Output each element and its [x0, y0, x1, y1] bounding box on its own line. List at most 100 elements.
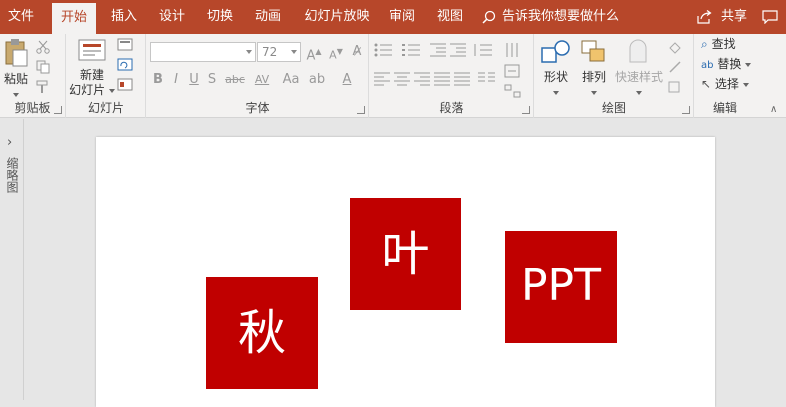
- quick-styles-label: 快速样式: [614, 70, 663, 84]
- replace-label: 替换: [717, 57, 742, 71]
- tab-home[interactable]: 开始: [52, 3, 96, 34]
- font-size-dropdown-icon: [291, 50, 297, 54]
- text-direction-icon[interactable]: [504, 42, 522, 58]
- copy-icon[interactable]: [36, 60, 50, 74]
- new-slide-button[interactable]: 新建 幻灯片: [69, 38, 115, 98]
- font-color-icon[interactable]: A: [337, 72, 357, 88]
- tab-transitions[interactable]: 切换: [198, 0, 242, 34]
- reset-slide-icon[interactable]: [117, 58, 133, 72]
- quick-styles-button[interactable]: 快速样式: [613, 38, 665, 100]
- increase-indent-icon[interactable]: [450, 43, 466, 57]
- font-name-dropdown-icon: [246, 50, 252, 54]
- paste-button[interactable]: 粘贴: [2, 38, 30, 102]
- expand-thumbnails-icon[interactable]: ›: [7, 135, 12, 150]
- text-shadow-button[interactable]: S: [205, 72, 219, 88]
- font-name-combo[interactable]: [150, 42, 256, 62]
- align-center-icon[interactable]: [394, 72, 410, 86]
- distributed-icon[interactable]: [454, 72, 470, 86]
- italic-button[interactable]: I: [169, 72, 183, 88]
- select-dropdown-icon: [742, 82, 749, 87]
- tab-slideshow[interactable]: 幻灯片放映: [300, 0, 374, 34]
- arrange-icon: [581, 40, 605, 62]
- align-text-icon[interactable]: [504, 64, 522, 78]
- numbering-icon[interactable]: [402, 43, 424, 57]
- group-clipboard: 粘贴 剪贴板: [0, 34, 66, 118]
- shape-outline-icon[interactable]: [667, 60, 683, 74]
- strikethrough-button[interactable]: abc: [223, 72, 247, 88]
- increase-font-icon[interactable]: A▲: [304, 44, 324, 64]
- find-button[interactable]: ⌕ 查找: [701, 36, 736, 52]
- editing-group-label: 编辑: [712, 101, 737, 115]
- arrange-button[interactable]: 排列: [575, 38, 613, 100]
- paste-label: 粘贴: [3, 72, 28, 86]
- line-spacing-icon[interactable]: [472, 43, 492, 57]
- paragraph-launcher-icon[interactable]: [522, 106, 530, 114]
- shape-effects-icon[interactable]: [667, 80, 683, 94]
- find-label: 查找: [711, 37, 736, 51]
- group-slides: 新建 幻灯片 幻灯片: [67, 34, 146, 118]
- cut-icon[interactable]: [36, 40, 50, 54]
- columns-icon[interactable]: [478, 72, 496, 86]
- shape-fill-icon[interactable]: [667, 40, 683, 54]
- paste-dropdown-icon: [13, 92, 19, 97]
- change-case-button[interactable]: Aa: [279, 72, 303, 88]
- clipboard-launcher-icon[interactable]: [54, 106, 62, 114]
- group-editing: ⌕ 查找 ab 替换 ↖ 选择 编辑: [695, 34, 755, 118]
- replace-dropdown-icon: [745, 62, 752, 67]
- select-button[interactable]: ↖ 选择: [701, 76, 749, 92]
- thumbnail-pane: › 缩略图: [0, 119, 24, 400]
- paragraph-group-label: 段落: [439, 101, 464, 115]
- arrange-dropdown-icon: [591, 90, 597, 95]
- thumbnail-pane-label: 缩略图: [5, 157, 19, 193]
- share-icon: [697, 10, 712, 24]
- tell-me-search[interactable]: 告诉我你想要做什么: [482, 0, 619, 34]
- justify-icon[interactable]: [434, 72, 450, 86]
- find-icon: ⌕: [701, 37, 708, 51]
- underline-button[interactable]: U: [187, 72, 201, 88]
- new-slide-label-1: 新建: [79, 68, 104, 82]
- group-drawing: 形状 排列 快速样式 绘图: [535, 34, 694, 118]
- decrease-font-icon[interactable]: A▼: [326, 44, 346, 64]
- replace-button[interactable]: ab 替换: [701, 56, 752, 74]
- align-left-icon[interactable]: [374, 72, 390, 86]
- tab-file[interactable]: 文件: [0, 0, 42, 34]
- slide-canvas[interactable]: 秋 叶 PPT: [96, 137, 715, 407]
- tab-design[interactable]: 设计: [150, 0, 194, 34]
- font-group-label: 字体: [245, 101, 270, 115]
- highlight-icon[interactable]: ab: [307, 72, 327, 88]
- bold-button[interactable]: B: [151, 72, 165, 88]
- new-slide-icon: [78, 39, 106, 61]
- section-icon[interactable]: [117, 78, 139, 92]
- tab-view[interactable]: 视图: [428, 0, 472, 34]
- shapes-icon: [541, 40, 570, 63]
- bullets-icon[interactable]: [374, 43, 396, 57]
- font-size-combo[interactable]: 72: [257, 42, 301, 62]
- text-box-ppt[interactable]: PPT: [505, 231, 617, 343]
- tell-me-text: 告诉我你想要做什么: [502, 9, 620, 24]
- group-font: 72 A▲ A▼ A̷ B I U S abc AV Aa ab A 字体: [147, 34, 369, 118]
- text-box-qiu[interactable]: 秋: [206, 277, 318, 389]
- smartart-icon[interactable]: [504, 84, 522, 98]
- decrease-indent-icon[interactable]: [430, 43, 446, 57]
- tab-review[interactable]: 审阅: [380, 0, 424, 34]
- align-right-icon[interactable]: [414, 72, 430, 86]
- format-painter-icon[interactable]: [36, 80, 50, 94]
- text-box-ye[interactable]: 叶: [350, 198, 461, 310]
- share-label: 共享: [721, 9, 748, 24]
- tab-animations[interactable]: 动画: [246, 0, 290, 34]
- collapse-ribbon-icon[interactable]: ∧: [770, 104, 777, 115]
- comment-icon[interactable]: [762, 10, 778, 24]
- tab-insert[interactable]: 插入: [102, 0, 146, 34]
- shapes-button[interactable]: 形状: [537, 38, 575, 100]
- font-size-value: 72: [262, 45, 278, 59]
- clear-formatting-icon[interactable]: A̷: [348, 44, 366, 60]
- share-button[interactable]: 共享: [697, 0, 747, 34]
- layout-icon[interactable]: [117, 38, 139, 52]
- font-launcher-icon[interactable]: [357, 106, 365, 114]
- drawing-launcher-icon[interactable]: [682, 106, 690, 114]
- lightbulb-search-icon: [482, 10, 496, 24]
- character-spacing-button[interactable]: AV: [249, 72, 275, 88]
- arrange-label: 排列: [581, 70, 606, 84]
- drawing-group-label: 绘图: [601, 101, 626, 115]
- shapes-label: 形状: [543, 70, 568, 84]
